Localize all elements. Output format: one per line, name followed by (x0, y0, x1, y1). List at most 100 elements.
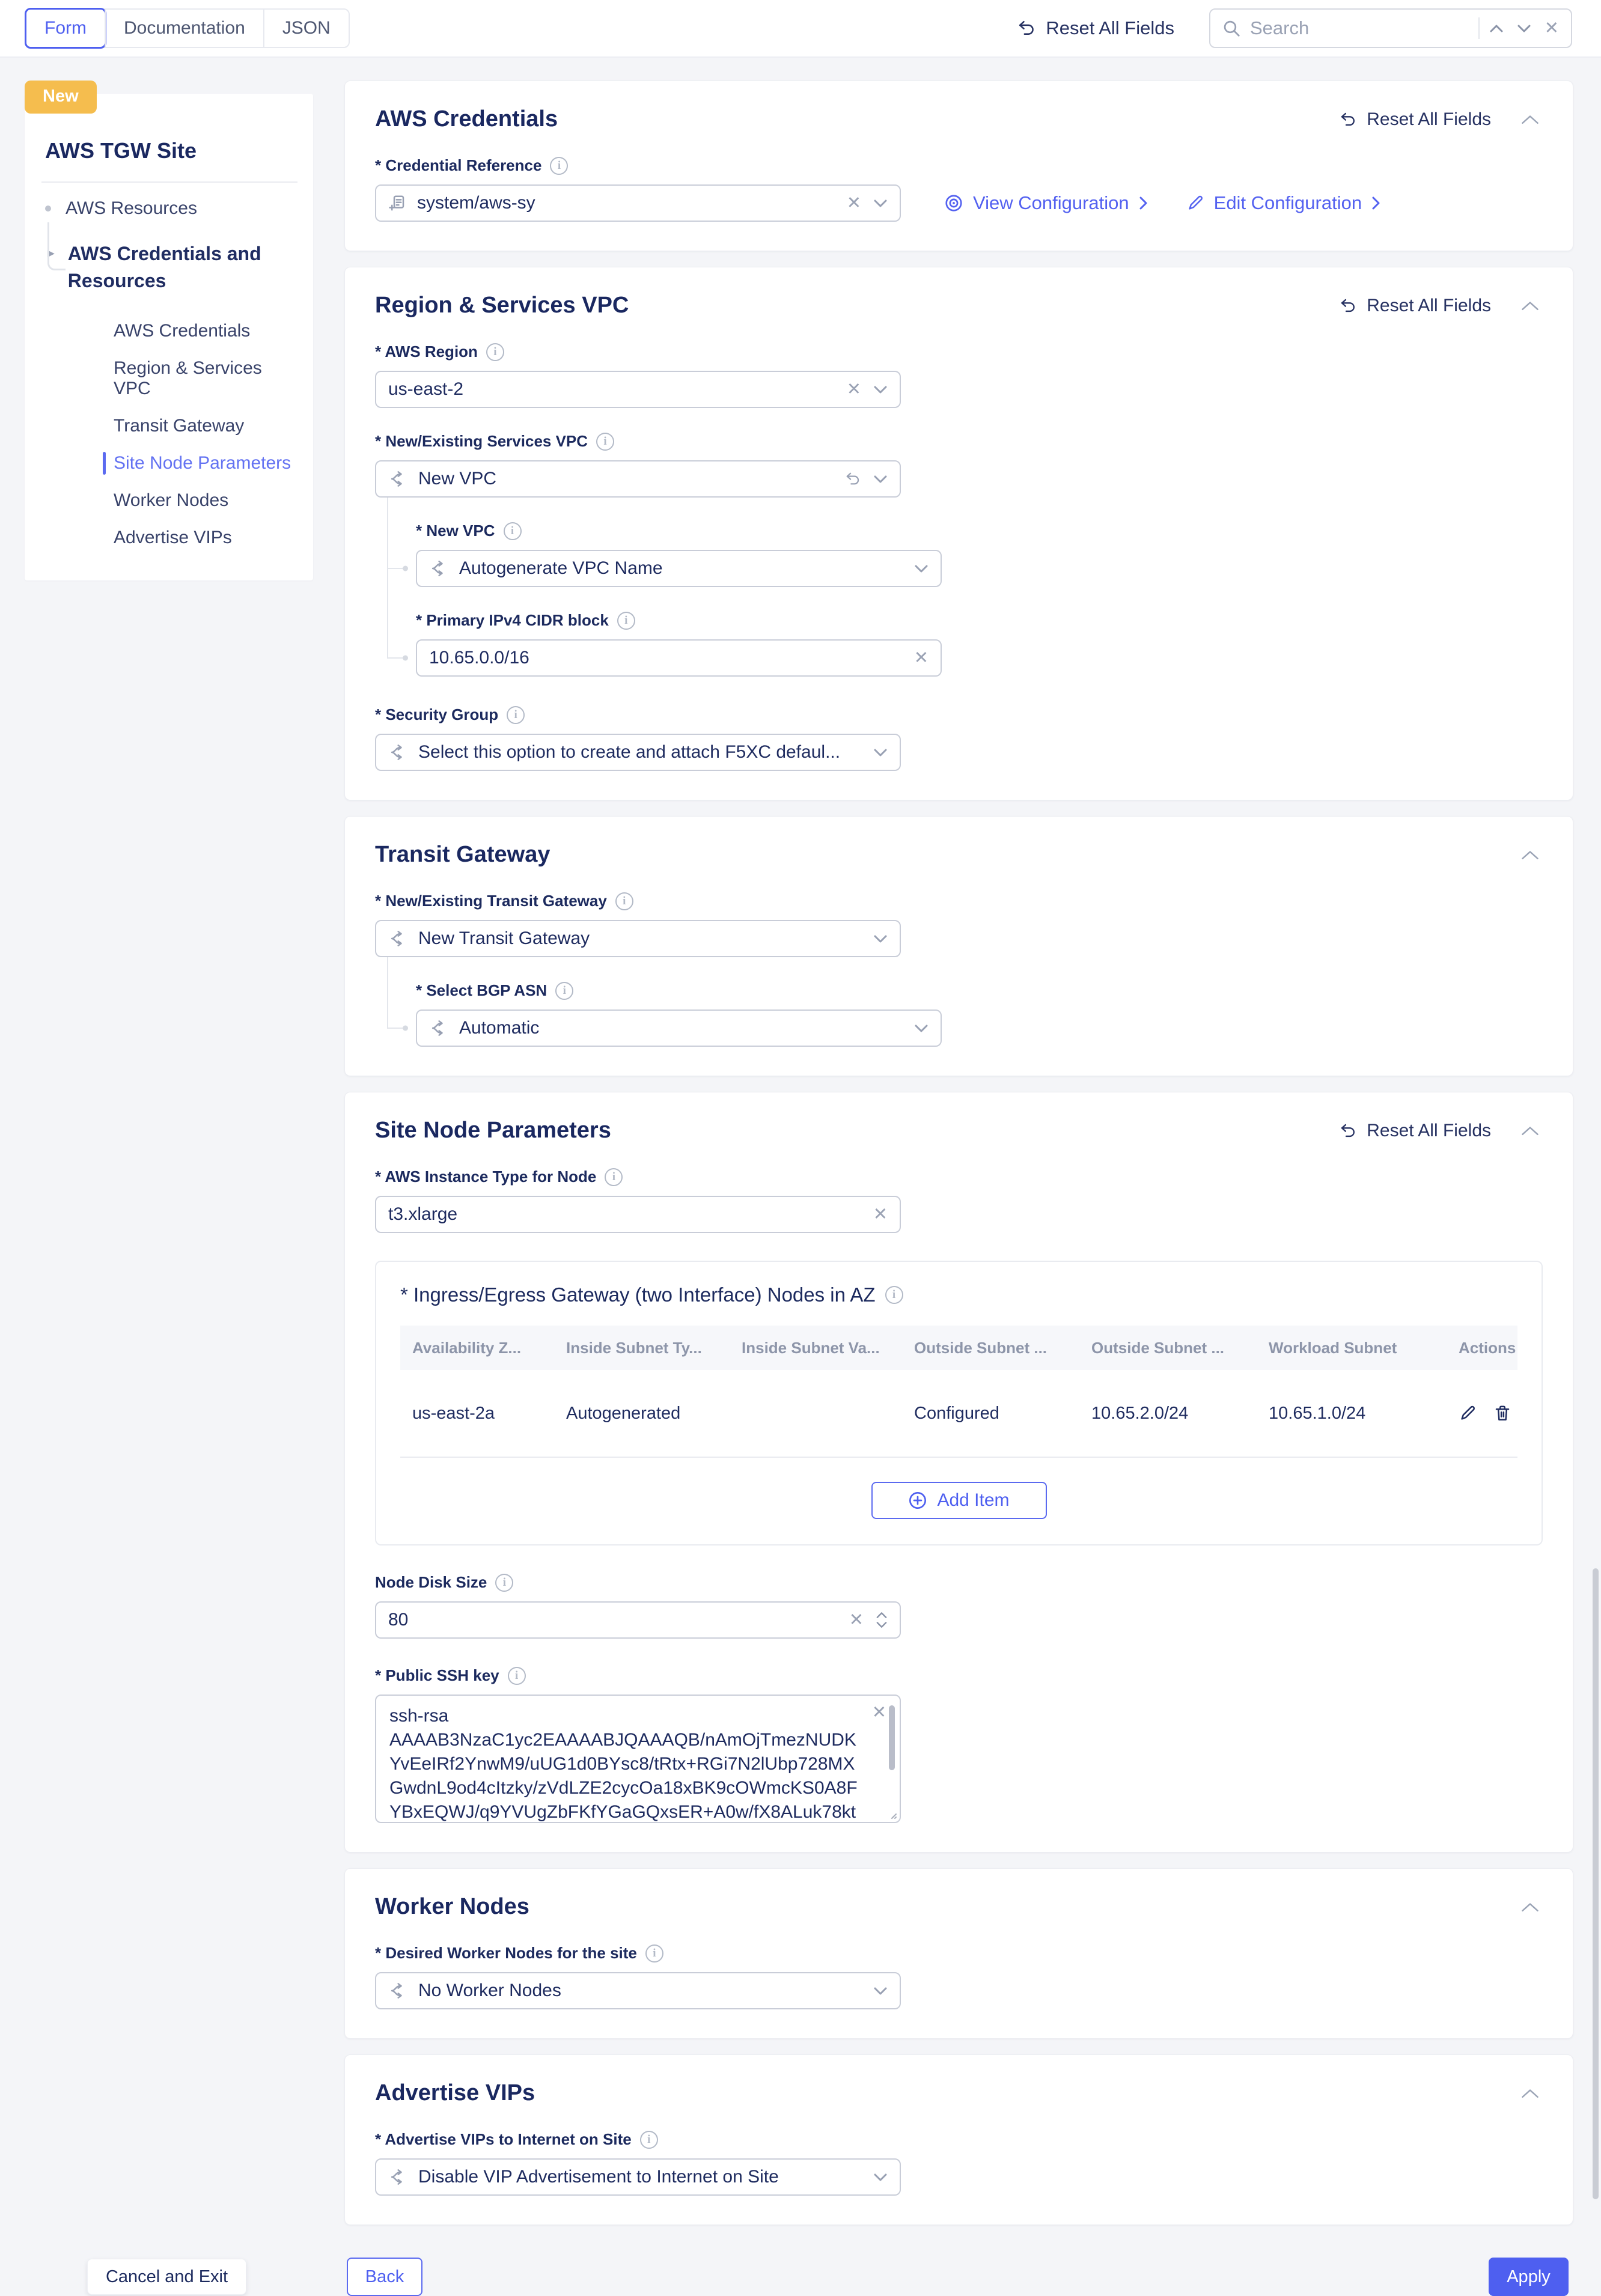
undo-icon[interactable] (844, 472, 861, 486)
transit-gateway-select[interactable]: New Transit Gateway (375, 920, 901, 957)
number-stepper[interactable] (876, 1612, 888, 1628)
chevron-down-icon[interactable] (873, 748, 888, 757)
clear-icon[interactable]: ✕ (914, 650, 929, 667)
resize-handle-icon[interactable] (888, 1810, 897, 1819)
branch-icon (388, 929, 407, 948)
cancel-and-exit-button[interactable]: Cancel and Exit (87, 2259, 246, 2295)
chevron-down-icon[interactable] (873, 2173, 888, 2182)
apply-button[interactable]: Apply (1489, 2258, 1569, 2296)
page-scrollbar[interactable] (1593, 1568, 1599, 2199)
collapse-chevron-icon[interactable] (1517, 296, 1543, 315)
new-vpc-select[interactable]: Autogenerate VPC Name (416, 550, 942, 587)
footer-bar: Cancel and Exit Back Apply (0, 2241, 1601, 2296)
back-button[interactable]: Back (347, 2258, 422, 2296)
sidebar-item-aws-credentials[interactable]: AWS Credentials (104, 312, 297, 350)
tab-form[interactable]: Form (25, 8, 106, 49)
chevron-down-icon[interactable] (873, 934, 888, 943)
add-item-button[interactable]: Add Item (871, 1482, 1047, 1519)
collapse-chevron-icon[interactable] (1517, 845, 1543, 864)
collapse-chevron-icon[interactable] (1517, 1898, 1543, 1916)
chevron-right-icon (1139, 196, 1148, 210)
advertise-vips-select[interactable]: Disable VIP Advertisement to Internet on… (375, 2158, 901, 2196)
info-icon[interactable] (640, 2131, 658, 2149)
search-next-icon[interactable] (1517, 24, 1531, 33)
primary-ipv4-cidr-input[interactable]: 10.65.0.0/16 ✕ (416, 639, 942, 677)
sidebar-item-aws-credentials-and-resources[interactable]: ► AWS Credentials and Resources (45, 240, 297, 294)
info-icon[interactable] (508, 1667, 526, 1685)
search-input[interactable] (1250, 17, 1469, 39)
tab-json[interactable]: JSON (263, 10, 349, 47)
plus-circle-icon (908, 1491, 927, 1510)
info-icon[interactable] (596, 433, 614, 451)
info-icon[interactable] (615, 892, 633, 910)
info-icon[interactable] (507, 706, 525, 724)
info-icon[interactable] (495, 1574, 513, 1592)
view-tabs: Form Documentation JSON (25, 8, 350, 48)
info-icon[interactable] (550, 157, 568, 175)
collapse-chevron-icon[interactable] (1517, 110, 1543, 129)
aws-region-select[interactable]: us-east-2 ✕ (375, 371, 901, 408)
chevron-down-icon[interactable] (873, 385, 888, 394)
chevron-down-icon[interactable] (873, 1987, 888, 1996)
tab-documentation[interactable]: Documentation (105, 10, 263, 47)
clear-icon[interactable]: ✕ (873, 1206, 888, 1223)
bgp-asn-select[interactable]: Automatic (416, 1009, 942, 1047)
sidebar-item-aws-resources[interactable]: AWS Resources (45, 198, 297, 219)
security-group-select[interactable]: Select this option to create and attach … (375, 734, 901, 771)
sidebar-item-region-services-vpc[interactable]: Region & Services VPC (104, 350, 297, 407)
clear-icon[interactable]: ✕ (872, 1704, 886, 1722)
info-icon[interactable] (555, 982, 573, 1000)
node-disk-size-input[interactable]: 80 ✕ (375, 1601, 901, 1639)
clear-icon[interactable]: ✕ (847, 195, 861, 212)
section-reset-button[interactable]: Reset All Fields (1339, 296, 1491, 316)
info-icon[interactable] (605, 1168, 623, 1186)
clear-icon[interactable]: ✕ (849, 1612, 864, 1629)
aws-instance-type-input[interactable]: t3.xlarge ✕ (375, 1196, 901, 1233)
sidebar-item-advertise-vips[interactable]: Advertise VIPs (104, 519, 297, 556)
worker-nodes-select[interactable]: No Worker Nodes (375, 1972, 901, 2009)
chevron-down-icon[interactable] (914, 564, 929, 573)
field-label: * Public SSH key (375, 1666, 499, 1685)
view-configuration-link[interactable]: View Configuration (944, 192, 1148, 214)
field-label: Node Disk Size (375, 1573, 487, 1592)
reset-all-fields-button[interactable]: Reset All Fields (1017, 17, 1174, 39)
az-nodes-label: * Ingress/Egress Gateway (two Interface)… (400, 1284, 876, 1306)
search-close-icon[interactable]: ✕ (1545, 20, 1559, 37)
info-icon[interactable] (645, 1944, 663, 1963)
branch-icon (388, 1981, 407, 2000)
edit-row-icon[interactable] (1459, 1404, 1477, 1422)
ssh-key-value: ssh-rsa AAAAB3NzaC1yc2EAAAABJQAAAQB/nAmO… (389, 1706, 858, 1823)
collapse-chevron-icon[interactable] (1517, 1121, 1543, 1140)
public-ssh-key-textarea[interactable]: ssh-rsa AAAAB3NzaC1yc2EAAAABJQAAAQB/nAmO… (375, 1695, 901, 1823)
chevron-down-icon[interactable] (873, 475, 888, 484)
textarea-scrollbar[interactable] (889, 1705, 895, 1770)
search-prev-icon[interactable] (1489, 24, 1504, 33)
edit-configuration-link[interactable]: Edit Configuration (1186, 192, 1380, 214)
delete-row-icon[interactable] (1493, 1404, 1511, 1422)
sidebar-item-transit-gateway[interactable]: Transit Gateway (104, 407, 297, 445)
table-header-row: Availability Z... Inside Subnet Ty... In… (400, 1326, 1517, 1370)
chevron-down-icon[interactable] (873, 199, 888, 208)
info-icon[interactable] (617, 612, 635, 630)
section-reset-button[interactable]: Reset All Fields (1339, 1121, 1491, 1141)
field-label: * Select BGP ASN (416, 981, 547, 1000)
section-reset-button[interactable]: Reset All Fields (1339, 109, 1491, 130)
info-icon[interactable] (504, 522, 522, 540)
credential-reference-select[interactable]: system/aws-sy ✕ (375, 184, 901, 222)
branch-icon (429, 559, 448, 578)
clear-icon[interactable]: ✕ (847, 381, 861, 398)
sidebar-item-site-node-parameters[interactable]: Site Node Parameters (104, 445, 297, 482)
sidebar-item-worker-nodes[interactable]: Worker Nodes (104, 482, 297, 519)
collapse-chevron-icon[interactable] (1517, 2084, 1543, 2103)
section-aws-credentials: AWS Credentials Reset All Fields * Crede… (344, 81, 1573, 251)
info-icon[interactable] (885, 1286, 903, 1304)
services-vpc-select[interactable]: New VPC (375, 460, 901, 498)
chevron-down-icon[interactable] (914, 1024, 929, 1033)
pencil-icon (1186, 194, 1204, 212)
info-icon[interactable] (486, 343, 504, 361)
input-value: 80 (388, 1610, 838, 1630)
field-label: * New VPC (416, 522, 495, 540)
branch-icon (429, 1019, 448, 1038)
search-icon (1222, 19, 1240, 37)
undo-icon (1339, 112, 1357, 127)
